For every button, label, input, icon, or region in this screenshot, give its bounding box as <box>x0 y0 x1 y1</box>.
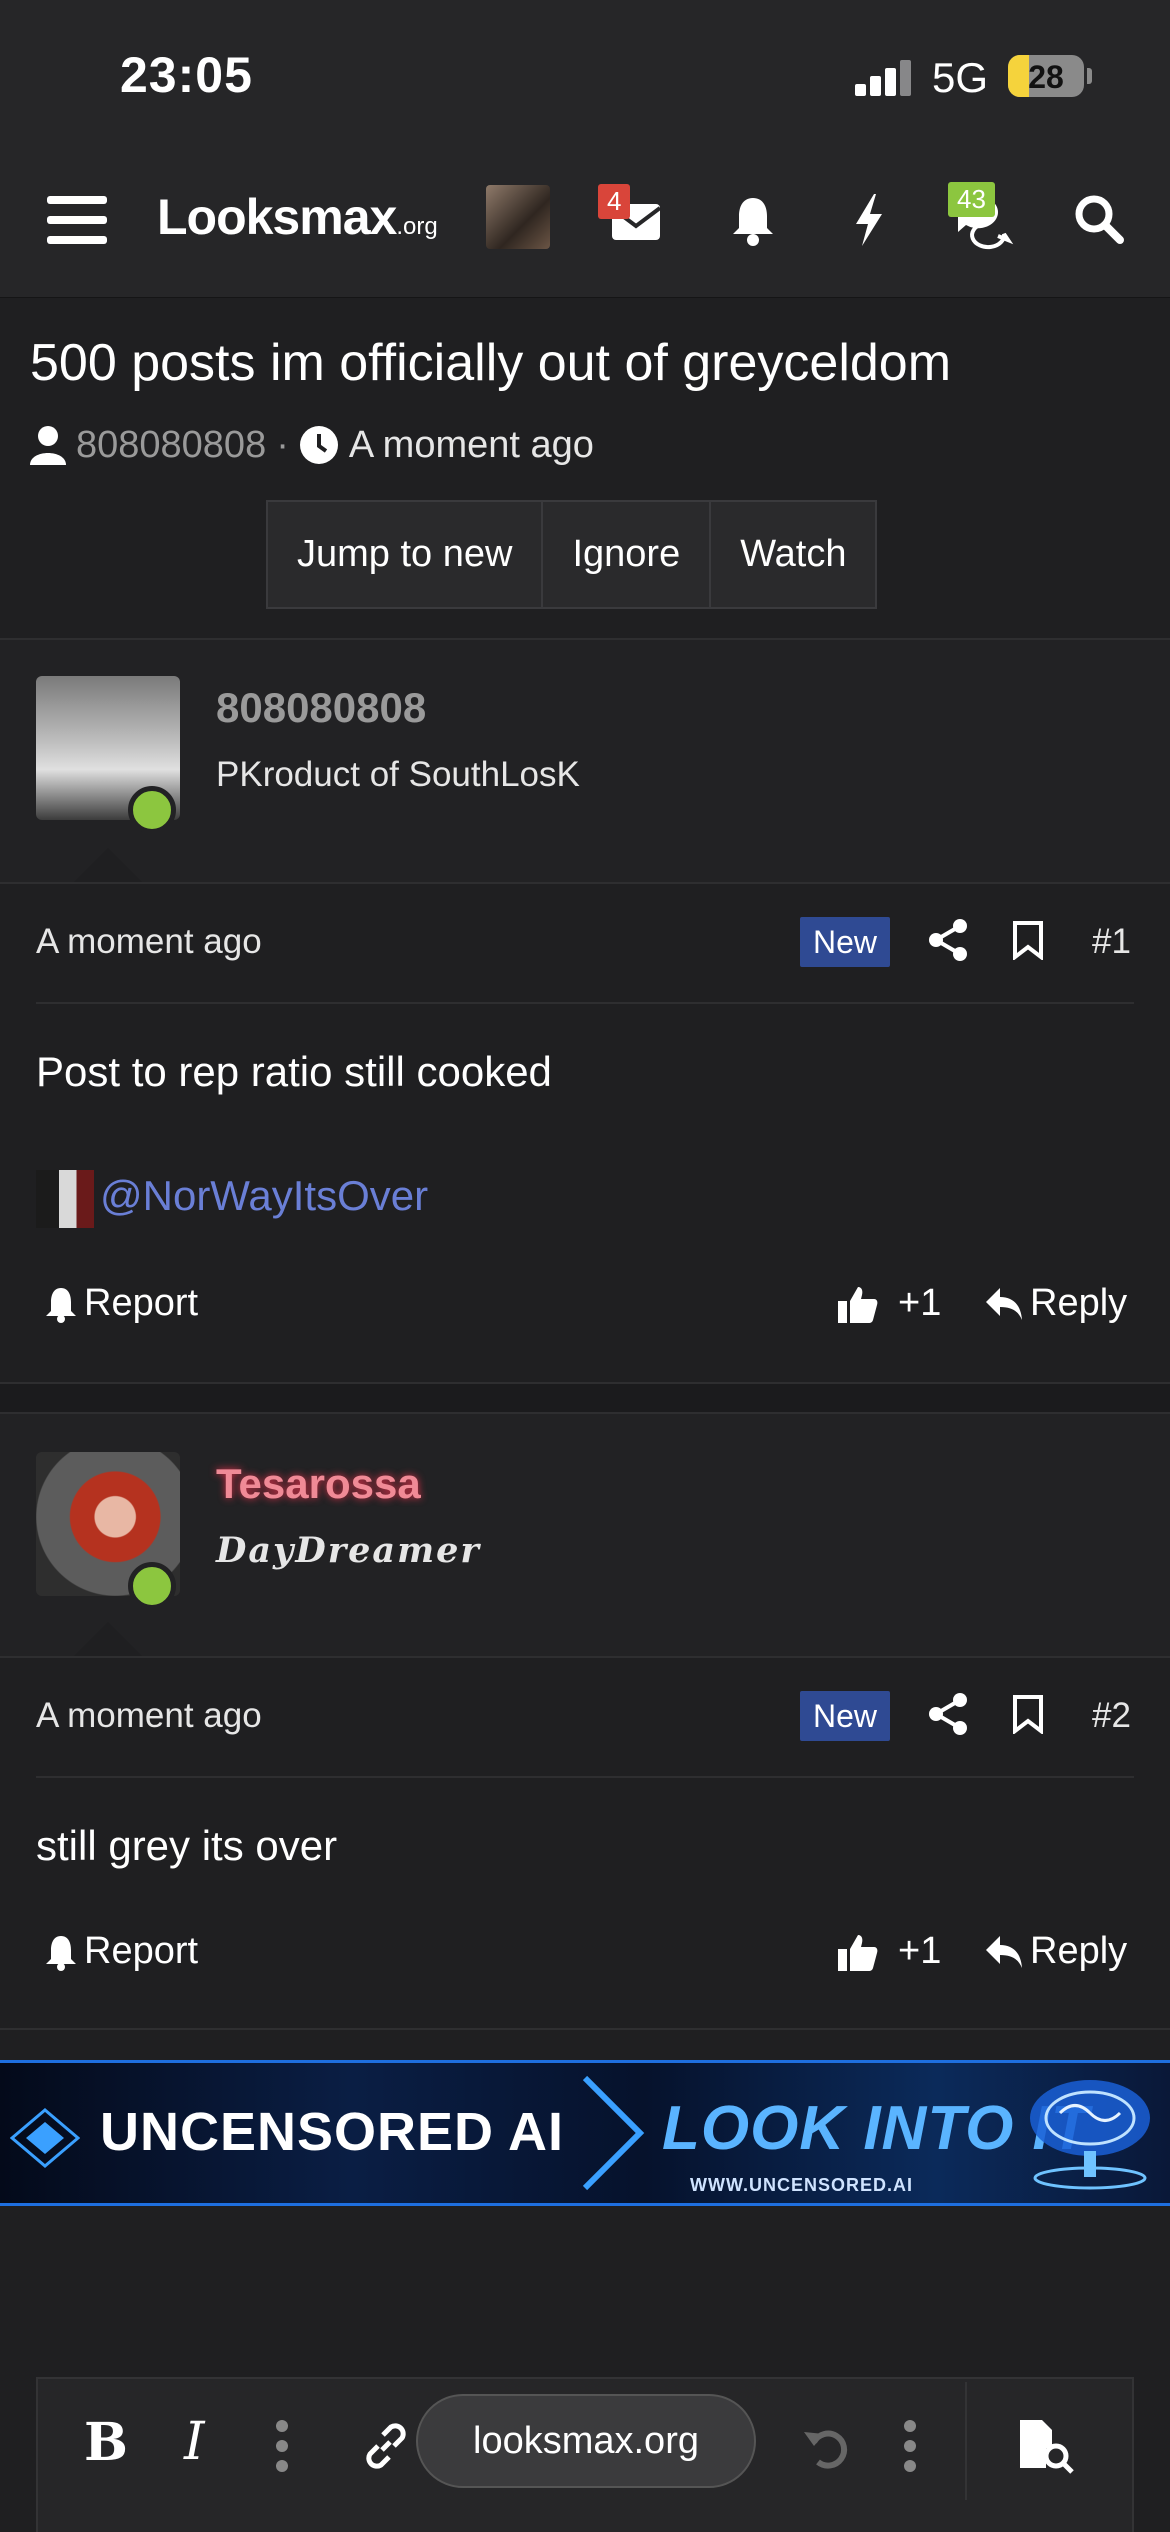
more-options-icon[interactable] <box>274 2420 290 2477</box>
toolbar-divider <box>965 2382 967 2500</box>
user-avatar[interactable] <box>486 185 550 249</box>
bookmark-icon[interactable] <box>1012 1694 1044 1739</box>
thread-actions: Jump to new Ignore Watch <box>266 500 878 609</box>
conversations-badge: 43 <box>948 182 995 217</box>
post-1-username[interactable]: 808080808 <box>216 684 426 732</box>
more-options-icon[interactable] <box>902 2420 918 2477</box>
reply-icon <box>986 1287 1022 1320</box>
bold-button[interactable]: B <box>84 2412 128 2473</box>
ad-url: WWW.UNCENSORED.AI <box>690 2175 913 2195</box>
new-badge: New <box>800 1691 890 1741</box>
reply-label: Reply <box>1030 1282 1128 1324</box>
bookmark-icon[interactable] <box>1012 920 1044 965</box>
share-icon[interactable] <box>928 918 968 967</box>
bell-icon <box>46 1935 76 1971</box>
online-indicator <box>128 1562 176 1610</box>
clock-icon <box>299 426 338 464</box>
post-1-user-title: PKroduct of SouthLosK <box>216 755 580 794</box>
battery-cap <box>1087 68 1092 84</box>
bell-icon <box>46 1287 76 1323</box>
reaction-count: +1 <box>898 1930 942 1972</box>
post-divider <box>36 1002 1134 1004</box>
ignore-button[interactable]: Ignore <box>543 502 712 607</box>
status-bar: 23:05 5G 28 <box>0 0 1170 150</box>
post-2-report-button[interactable]: Report <box>44 1930 198 1973</box>
reply-icon <box>986 1935 1022 1968</box>
conversations-icon[interactable]: 43 <box>948 182 1014 252</box>
browser-url-bar[interactable]: looksmax.org <box>416 2394 756 2488</box>
inbox-icon[interactable]: 4 <box>598 184 666 252</box>
divider <box>0 882 1170 884</box>
jump-to-new-button[interactable]: Jump to new <box>268 502 544 607</box>
divider <box>0 2028 1170 2030</box>
ad-diamond-icon <box>10 2108 80 2168</box>
bolt-icon[interactable] <box>836 186 902 252</box>
preview-icon[interactable] <box>1016 2418 1076 2479</box>
thumbs-up-icon <box>838 1934 878 1971</box>
post-divider <box>36 1776 1134 1778</box>
undo-icon[interactable] <box>800 2420 852 2477</box>
post-pointer <box>72 848 144 884</box>
post-1-like-button[interactable]: +1 <box>836 1282 941 1325</box>
thread-title: 500 posts im officially out of greyceldo… <box>30 334 952 392</box>
post-1-report-button[interactable]: Report <box>44 1282 198 1325</box>
italic-button[interactable]: I <box>184 2412 205 2472</box>
watch-button[interactable]: Watch <box>711 502 875 607</box>
mention-link[interactable]: @NorWayItsOver <box>100 1172 428 1220</box>
mention-avatar[interactable] <box>36 1170 94 1228</box>
post-gap <box>0 1384 1170 1414</box>
reply-label: Reply <box>1030 1930 1128 1972</box>
search-icon[interactable] <box>1066 186 1132 252</box>
user-icon <box>30 426 66 465</box>
reaction-count: +1 <box>898 1282 942 1324</box>
ad-banner[interactable]: UNCENSORED AI LOOK INTO IT WWW.UNCENSORE… <box>0 2060 1170 2206</box>
report-label: Report <box>84 1930 199 1972</box>
inbox-badge: 4 <box>598 184 631 219</box>
post-2-user-title: DayDreamer <box>216 1530 481 1571</box>
signal-icon <box>855 60 913 96</box>
post-pointer <box>72 1622 144 1658</box>
post-1-text: Post to rep ratio still cooked <box>36 1048 552 1095</box>
ad-left-text: UNCENSORED AI <box>100 2102 565 2162</box>
network-type: 5G <box>932 54 989 101</box>
thread-meta: 808080808 · A moment ago <box>30 421 594 469</box>
site-logo[interactable]: Looksmax.org <box>157 188 438 246</box>
online-indicator <box>128 786 176 834</box>
battery-percent: 28 <box>1028 59 1064 95</box>
report-label: Report <box>84 1282 199 1324</box>
status-time: 23:05 <box>120 47 253 103</box>
thumbs-up-icon <box>838 1286 878 1323</box>
post-1-reply-button[interactable]: Reply <box>984 1282 1127 1325</box>
divider <box>0 1656 1170 1658</box>
share-icon[interactable] <box>928 1692 968 1741</box>
post-2-like-button[interactable]: +1 <box>836 1930 941 1973</box>
thread-time: A moment ago <box>348 423 594 466</box>
meta-separator: · <box>276 423 289 466</box>
ad-chevron-icon <box>582 2075 645 2191</box>
link-icon[interactable] <box>360 2420 412 2477</box>
post-1-time[interactable]: A moment ago <box>36 922 262 962</box>
post-1-number[interactable]: #1 <box>1092 922 1131 962</box>
post-2-reply-button[interactable]: Reply <box>984 1930 1127 1973</box>
battery-icon: 28 <box>1008 55 1084 97</box>
thread-author[interactable]: 808080808 <box>76 424 266 467</box>
top-nav: Looksmax.org 4 43 <box>0 150 1170 298</box>
post-2-number[interactable]: #2 <box>1092 1696 1131 1736</box>
menu-icon[interactable] <box>47 192 109 248</box>
bell-icon[interactable] <box>720 186 786 252</box>
post-2-username[interactable]: Tesarossa <box>216 1460 421 1508</box>
post-2-text: still grey its over <box>36 1822 338 1869</box>
post-2-time[interactable]: A moment ago <box>36 1696 262 1736</box>
new-badge: New <box>800 917 890 967</box>
ad-brain-icon <box>1030 2080 1150 2190</box>
